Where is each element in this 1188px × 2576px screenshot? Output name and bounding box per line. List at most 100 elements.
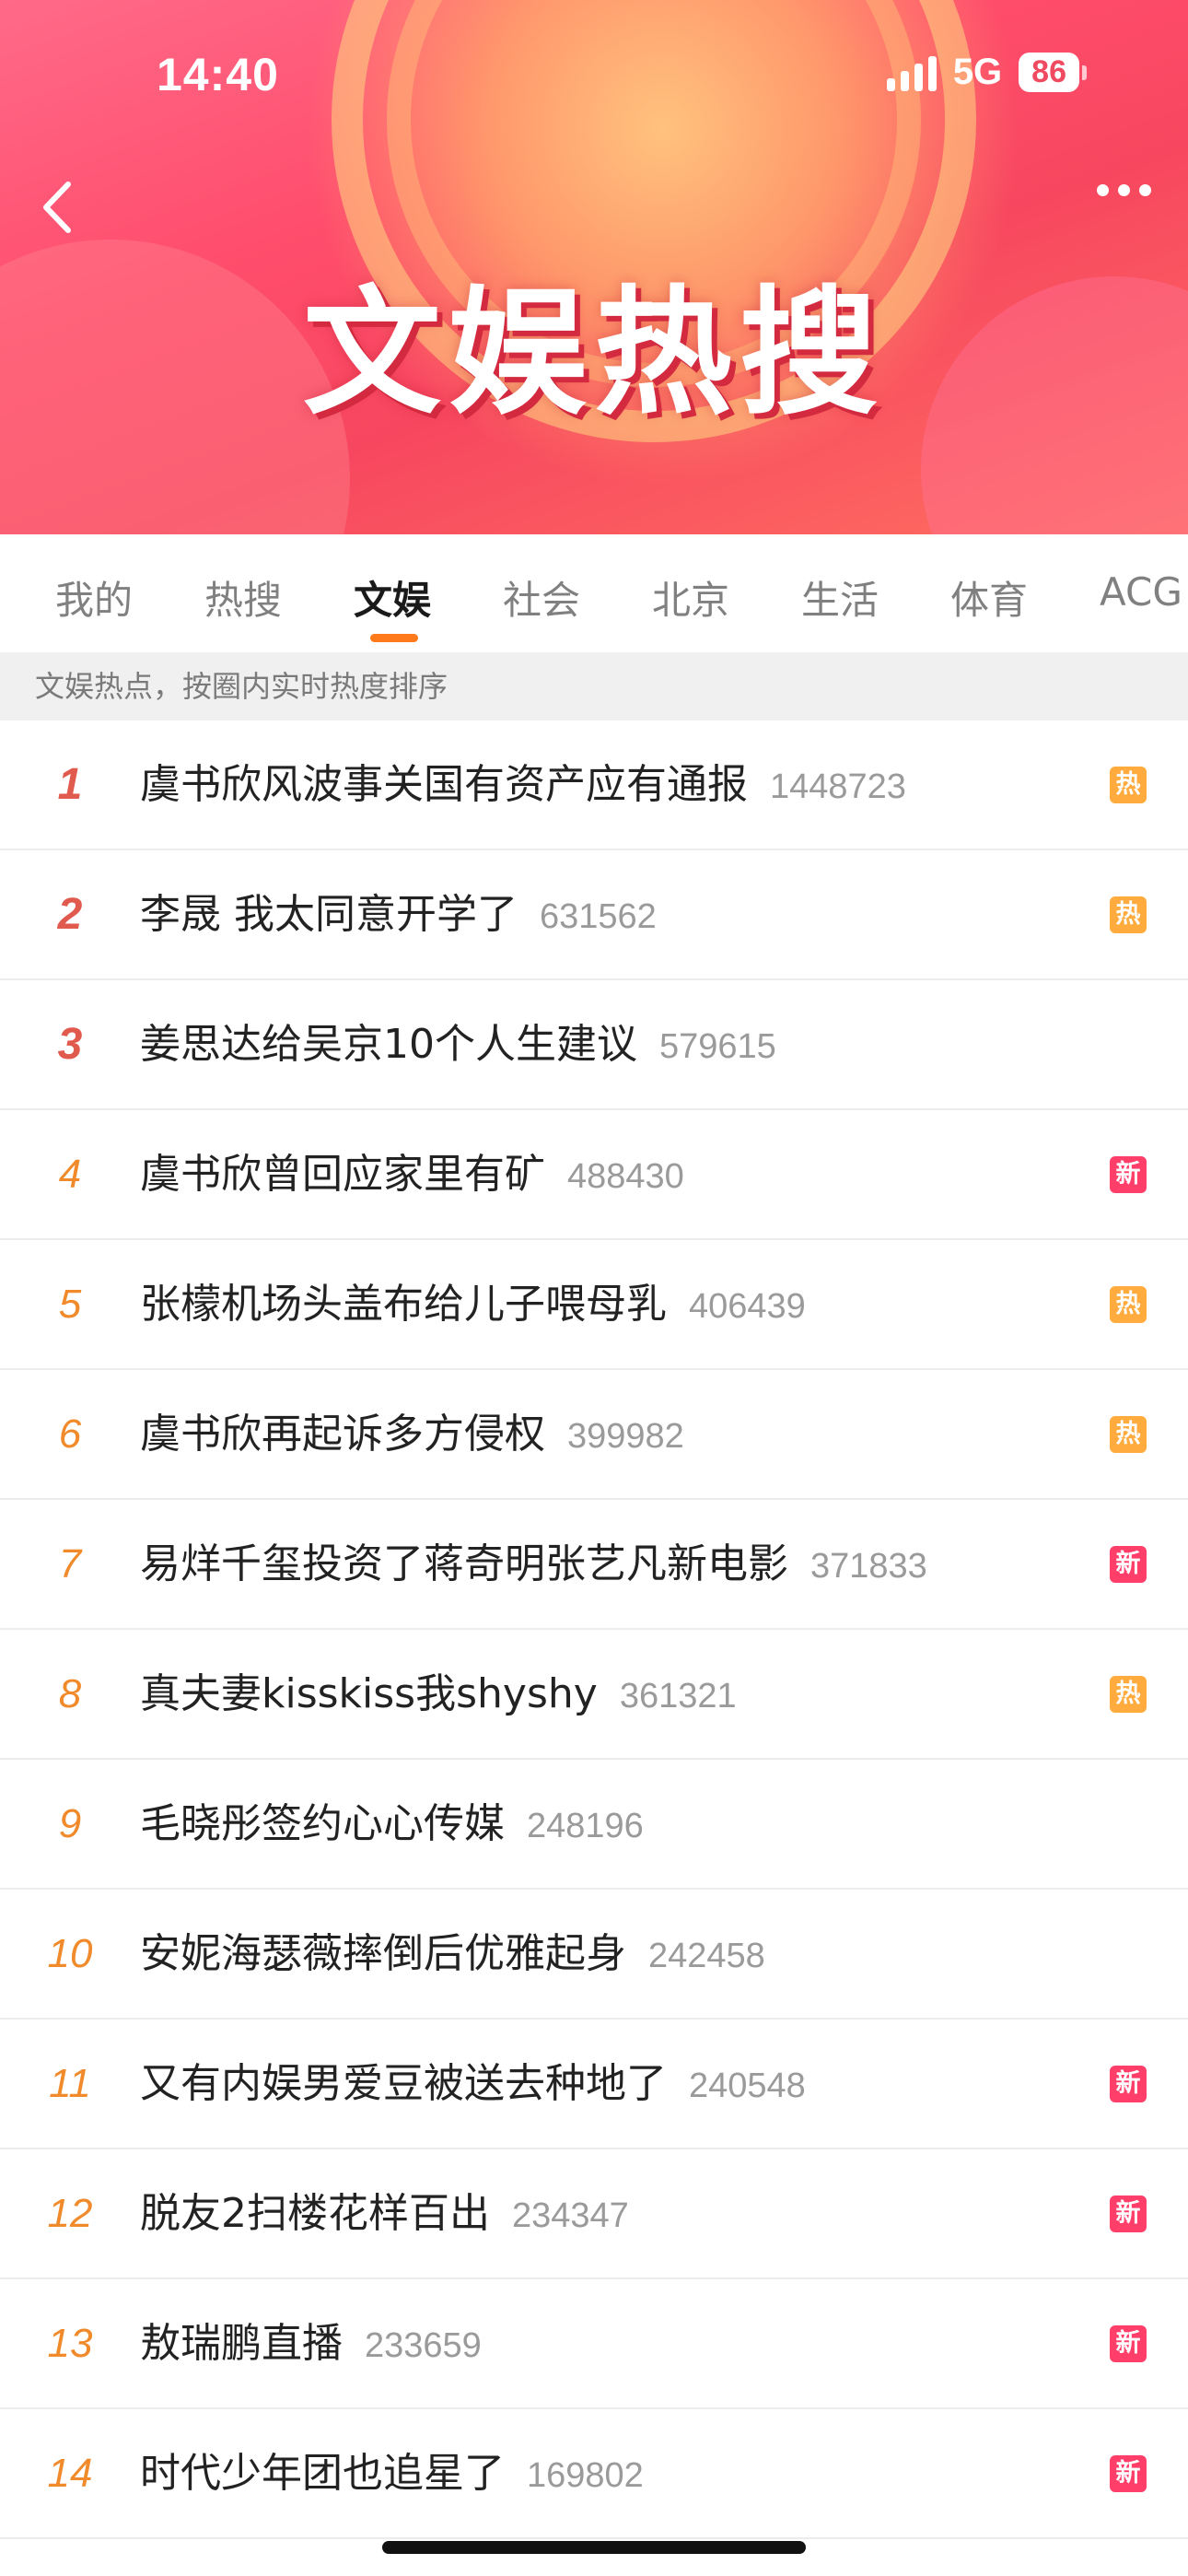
- topic-title[interactable]: 毛晓彤签约心心传媒 248196: [140, 1760, 644, 1891]
- list-item[interactable]: 8 真夫妻kisskiss我shyshy 361321 热: [0, 1630, 1188, 1760]
- topic-text: 安妮海瑟薇摔倒后优雅起身: [140, 1930, 626, 1977]
- topic-title[interactable]: 虞书欣曾回应家里有矿 488430: [140, 1110, 684, 1241]
- list-item[interactable]: 5 张檬机场头盖布给儿子喂母乳 406439 热: [0, 1240, 1188, 1370]
- hot-badge: 热: [1110, 767, 1147, 803]
- list-item[interactable]: 12 脱友2扫楼花样百出 234347 新: [0, 2149, 1188, 2279]
- topic-text: 毛晓彤签约心心传媒: [140, 1800, 505, 1847]
- list-item[interactable]: 9 毛晓彤签约心心传媒 248196: [0, 1760, 1188, 1890]
- rank-number: 12: [47, 2191, 93, 2236]
- heat-count: 631562: [540, 897, 657, 936]
- tab-acg[interactable]: ACG: [1100, 569, 1182, 615]
- tab-sports[interactable]: 体育: [950, 569, 1028, 626]
- topic-text: 李晟 我太同意开学了: [140, 891, 518, 938]
- hero-banner: 14:40 5G 86 文娱热搜: [0, 0, 1188, 534]
- list-item[interactable]: 13 敖瑞鹏直播 233659 新: [0, 2279, 1188, 2409]
- hot-badge: 热: [1110, 896, 1147, 933]
- new-badge: 新: [1110, 2195, 1147, 2232]
- topic-title[interactable]: 易烊千玺投资了蒋奇明张艺凡新电影 371833: [140, 1500, 927, 1631]
- topic-text: 脱友2扫楼花样百出: [140, 2190, 490, 2237]
- list-item[interactable]: 2 李晟 我太同意开学了 631562 热: [0, 850, 1188, 980]
- category-tabs: 我的 热搜 文娱 社会 北京 生活 体育 ACG: [0, 534, 1188, 652]
- heat-count: 361321: [619, 1677, 737, 1715]
- heat-count: 1448723: [770, 767, 906, 806]
- topic-title[interactable]: 李晟 我太同意开学了 631562: [140, 850, 657, 981]
- chevron-left-icon: [43, 181, 71, 233]
- tab-entertainment[interactable]: 文娱: [354, 569, 431, 626]
- rank-number: 5: [58, 1282, 82, 1327]
- heat-count: 399982: [567, 1417, 684, 1456]
- topic-text: 虞书欣风波事关国有资产应有通报: [140, 761, 748, 808]
- list-item[interactable]: 7 易烊千玺投资了蒋奇明张艺凡新电影 371833 新: [0, 1500, 1188, 1630]
- list-item[interactable]: 3 姜思达给吴京10个人生建议 579615: [0, 980, 1188, 1110]
- tab-mine[interactable]: 我的: [55, 569, 133, 626]
- list-description: 文娱热点，按圈内实时热度排序: [0, 652, 1188, 720]
- topic-title[interactable]: 真夫妻kisskiss我shyshy 361321: [140, 1630, 737, 1761]
- topic-title[interactable]: 虞书欣再起诉多方侵权 399982: [140, 1370, 684, 1501]
- rank-number: 9: [58, 1801, 82, 1846]
- tab-life[interactable]: 生活: [801, 569, 879, 626]
- home-indicator[interactable]: [382, 2541, 806, 2554]
- topic-title[interactable]: 姜思达给吴京10个人生建议 579615: [140, 980, 776, 1111]
- trending-list: 1 虞书欣风波事关国有资产应有通报 1448723 热 2 李晟 我太同意开学了 63156…: [0, 720, 1188, 2539]
- rank-number: 14: [47, 2451, 93, 2496]
- topic-text: 张檬机场头盖布给儿子喂母乳: [140, 1281, 667, 1328]
- status-indicators: 5G 86: [886, 52, 1087, 93]
- more-dot-icon: [1118, 184, 1130, 196]
- topic-text: 真夫妻kisskiss我shyshy: [140, 1670, 598, 1717]
- heat-count: 234347: [512, 2196, 629, 2235]
- topic-title[interactable]: 张檬机场头盖布给儿子喂母乳 406439: [140, 1240, 806, 1371]
- rank-number: 4: [58, 1152, 82, 1197]
- network-type: 5G: [952, 52, 1003, 92]
- heat-count: 248196: [527, 1807, 644, 1845]
- topic-title[interactable]: 虞书欣风波事关国有资产应有通报 1448723: [140, 720, 906, 851]
- heat-count: 371833: [810, 1547, 927, 1586]
- heat-count: 488430: [567, 1157, 684, 1196]
- new-badge: 新: [1110, 2066, 1147, 2102]
- list-item[interactable]: 1 虞书欣风波事关国有资产应有通报 1448723 热: [0, 720, 1188, 850]
- topic-title[interactable]: 又有内娱男爱豆被送去种地了 240548: [140, 2020, 806, 2150]
- topic-text: 敖瑞鹏直播: [140, 2320, 343, 2367]
- topic-title[interactable]: 安妮海瑟薇摔倒后优雅起身 242458: [140, 1890, 765, 2020]
- rank-number: 1: [57, 760, 83, 809]
- heat-count: 240548: [689, 2067, 806, 2105]
- tab-society[interactable]: 社会: [503, 569, 580, 626]
- active-tab-indicator: [370, 634, 418, 642]
- back-button[interactable]: [28, 175, 92, 240]
- status-time: 14:40: [157, 49, 279, 100]
- new-badge: 新: [1110, 1546, 1147, 1583]
- hot-badge: 热: [1110, 1416, 1147, 1453]
- topic-text: 又有内娱男爱豆被送去种地了: [140, 2060, 667, 2107]
- cellular-signal-icon: [886, 54, 937, 91]
- topic-text: 姜思达给吴京10个人生建议: [140, 1021, 637, 1068]
- topic-title[interactable]: 时代少年团也追星了 169802: [140, 2409, 644, 2540]
- more-dot-icon: [1139, 184, 1151, 196]
- tab-beijing[interactable]: 北京: [652, 569, 729, 626]
- heat-count: 169802: [527, 2456, 644, 2495]
- list-item[interactable]: 4 虞书欣曾回应家里有矿 488430 新: [0, 1110, 1188, 1240]
- heat-count: 579615: [659, 1027, 776, 1066]
- more-button[interactable]: [1097, 184, 1151, 196]
- hot-badge: 热: [1110, 1286, 1147, 1323]
- heat-count: 242458: [648, 1937, 765, 1975]
- list-item[interactable]: 10 安妮海瑟薇摔倒后优雅起身 242458: [0, 1890, 1188, 2020]
- rank-number: 7: [58, 1541, 82, 1587]
- more-dot-icon: [1097, 184, 1109, 196]
- new-badge: 新: [1110, 2455, 1147, 2492]
- list-item[interactable]: 11 又有内娱男爱豆被送去种地了 240548 新: [0, 2020, 1188, 2149]
- topic-title[interactable]: 脱友2扫楼花样百出 234347: [140, 2149, 629, 2280]
- topic-title[interactable]: 敖瑞鹏直播 233659: [140, 2279, 482, 2410]
- list-item[interactable]: 6 虞书欣再起诉多方侵权 399982 热: [0, 1370, 1188, 1500]
- rank-number: 10: [47, 1931, 93, 1976]
- heat-count: 233659: [365, 2326, 482, 2365]
- rank-number: 11: [49, 2061, 91, 2106]
- hot-badge: 热: [1110, 1676, 1147, 1713]
- tab-hot-search[interactable]: 热搜: [204, 569, 282, 626]
- heat-count: 406439: [689, 1287, 806, 1326]
- rank-number: 2: [57, 890, 83, 939]
- topic-text: 时代少年团也追星了: [140, 2450, 505, 2497]
- rank-number: 3: [57, 1020, 83, 1069]
- list-item[interactable]: 14 时代少年团也追星了 169802 新: [0, 2409, 1188, 2539]
- rank-number: 6: [58, 1411, 82, 1457]
- topic-text: 虞书欣再起诉多方侵权: [140, 1411, 545, 1458]
- rank-number: 8: [58, 1671, 82, 1716]
